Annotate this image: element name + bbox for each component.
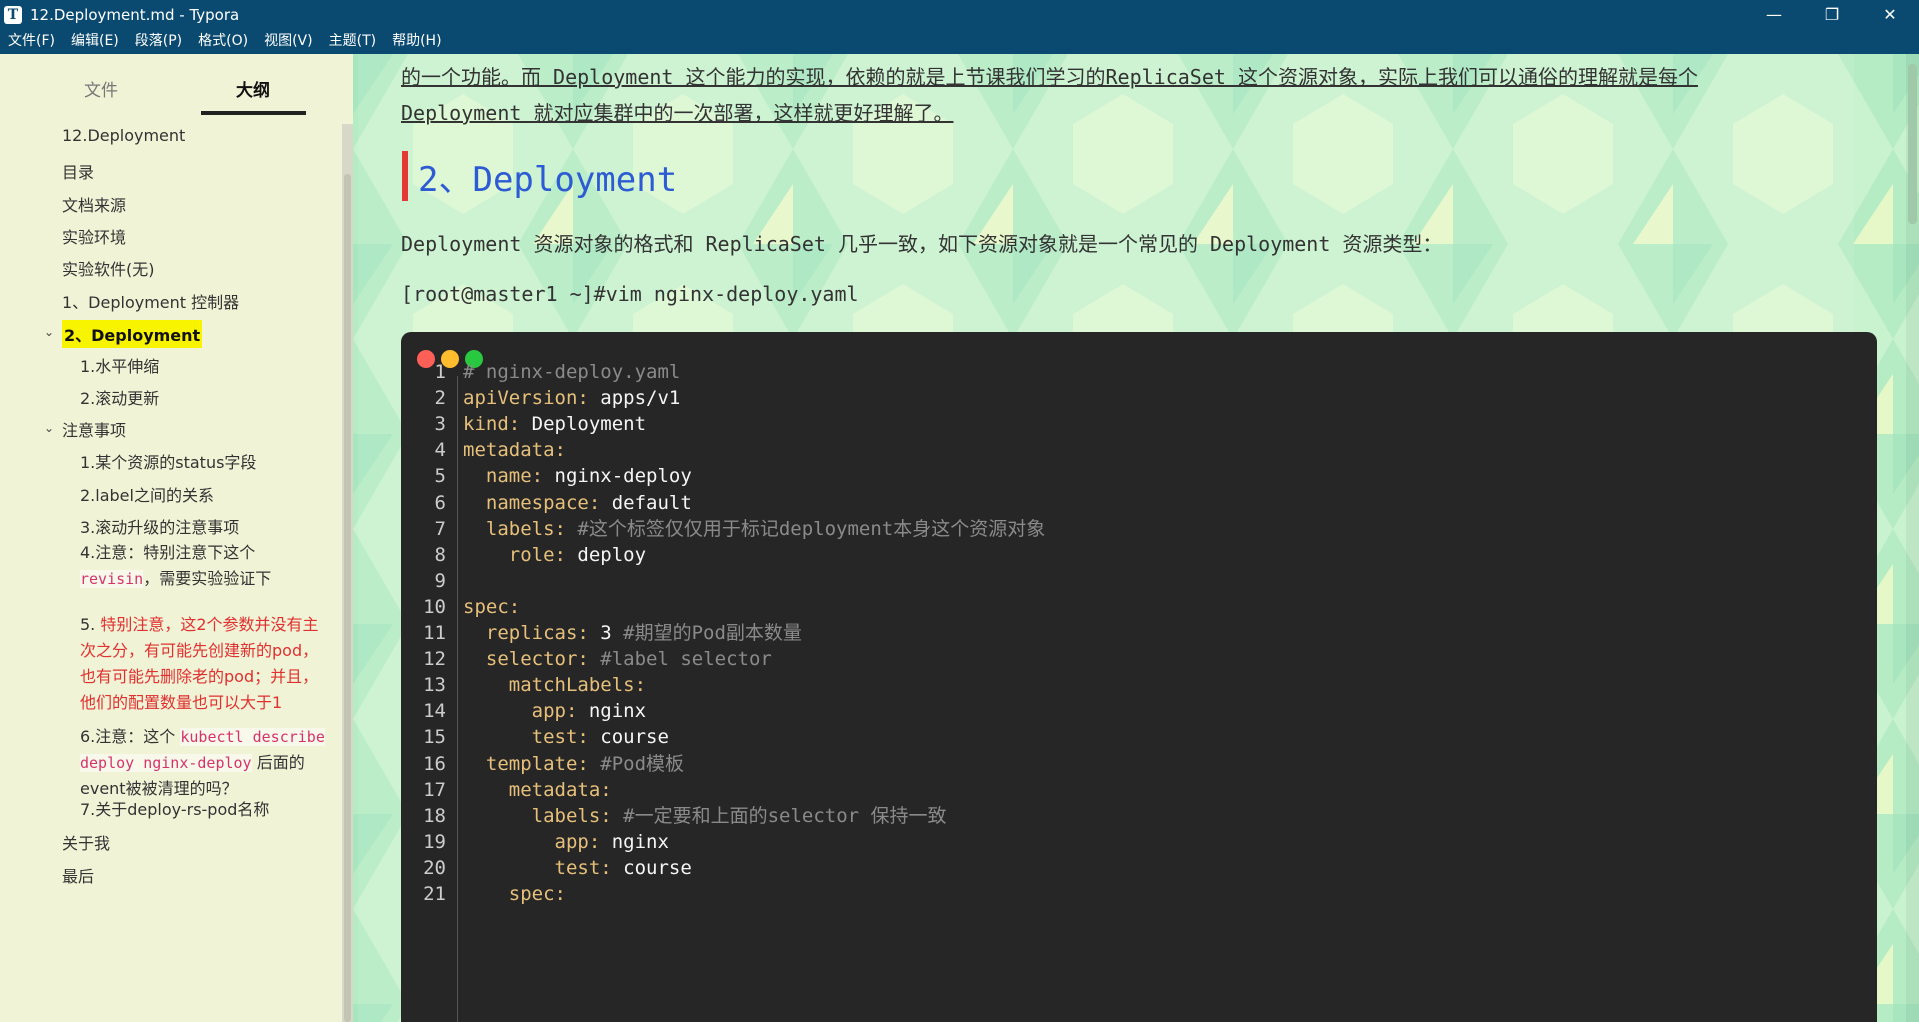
code-key: name: xyxy=(463,465,544,488)
code-value: course xyxy=(611,856,692,879)
tab-files[interactable]: 文件 xyxy=(84,76,118,101)
close-button[interactable]: ✕ xyxy=(1861,0,1919,29)
tab-outline[interactable]: 大纲 xyxy=(236,76,270,101)
code-key: labels: xyxy=(463,804,612,827)
code-key: app: xyxy=(463,700,578,723)
code-key: matchLabels: xyxy=(463,674,647,697)
heading-deployment: 2、Deployment xyxy=(418,160,678,200)
line-number: 21 xyxy=(423,883,446,905)
code-value: nginx xyxy=(600,830,669,853)
outline-text: ，需要实验验证下 xyxy=(143,569,272,588)
code-value: apps/v1 xyxy=(588,387,681,410)
code-key: metadata: xyxy=(463,439,566,462)
menu-edit[interactable]: 编辑(E) xyxy=(63,29,127,54)
sidebar-scrollbar-thumb[interactable] xyxy=(344,174,351,1022)
paragraph-intro-line2: Deployment 就对应集群中的一次部署，这样就更好理解了。 xyxy=(401,101,954,125)
outline-item[interactable]: 文档来源 xyxy=(62,192,126,216)
paragraph-intro-line1: 的一个功能。而 Deployment 这个能力的实现，依赖的就是上节课我们学习的… xyxy=(401,65,1698,89)
title-bar: T 12.Deployment.md - Typora — ❐ ✕ xyxy=(0,0,1919,29)
code-key: kind: xyxy=(463,413,521,436)
code-value: nginx xyxy=(577,700,647,723)
code-key: test: xyxy=(463,856,612,879)
outline-item[interactable]: 目录 xyxy=(62,159,94,183)
code-key: template: xyxy=(463,752,589,775)
paragraph-command: [root@master1 ~]#vim nginx-deploy.yaml xyxy=(401,282,859,306)
outline-item[interactable]: 2.滚动更新 xyxy=(80,385,159,409)
outline-item[interactable]: 1、Deployment 控制器 xyxy=(62,289,239,313)
code-block[interactable]: 1 # nginx-deploy.yaml 2 apiVersion: apps/v1… xyxy=(401,332,1877,1022)
sidebar-tabs: 文件 大纲 xyxy=(0,54,353,115)
code-key: selector: xyxy=(463,648,589,671)
outline-item[interactable]: 3.滚动升级的注意事项 xyxy=(80,514,239,538)
code-key: spec: xyxy=(463,595,521,618)
outline-inline-code: revisin xyxy=(80,570,144,588)
code-key: spec: xyxy=(463,883,566,905)
code-key: replicas: xyxy=(463,622,589,644)
outline-red-text: 特别注意，这2个参数并没有主次之分，有可能先创建新的pod，也有可能先删除老的p… xyxy=(80,615,319,712)
code-line: 21 spec: xyxy=(401,878,1801,910)
code-value: 3 xyxy=(588,622,612,644)
menu-format[interactable]: 格式(O) xyxy=(190,29,256,54)
code-key: metadata: xyxy=(463,778,612,801)
code-comment: #一定要和上面的selector 保持一致 xyxy=(611,804,947,827)
outline-item[interactable]: 5. 特别注意，这2个参数并没有主次之分，有可能先创建新的pod，也有可能先删除… xyxy=(80,612,325,716)
heading-accent-bar xyxy=(402,151,408,201)
minimize-button[interactable]: — xyxy=(1745,0,1803,29)
code-key: app: xyxy=(463,830,601,853)
editor[interactable]: 的一个功能。而 Deployment 这个能力的实现，依赖的就是上节课我们学习的… xyxy=(353,54,1919,1022)
outline-item-active[interactable]: 2、Deployment xyxy=(62,320,203,348)
code-value: nginx-deploy xyxy=(543,465,692,488)
paragraph-description: Deployment 资源对象的格式和 ReplicaSet 几乎一致，如下资源… xyxy=(401,232,1443,256)
code-key: role: xyxy=(463,543,566,566)
code-key: labels: xyxy=(463,517,566,540)
code-key: apiVersion: xyxy=(463,387,589,410)
code-value: course xyxy=(588,726,669,749)
code-value: deploy xyxy=(565,543,647,566)
outline-item[interactable]: 4.注意：特别注意下这个 revisin，需要实验验证下 xyxy=(80,540,325,592)
maximize-button[interactable]: ❐ xyxy=(1803,0,1861,29)
outline-item[interactable]: 实验环境 xyxy=(62,224,126,248)
outline-item[interactable]: 2.label之间的关系 xyxy=(80,482,214,506)
document-body: 的一个功能。而 Deployment 这个能力的实现，依赖的就是上节课我们学习的… xyxy=(358,54,1877,1022)
chevron-down-icon[interactable]: ⌄ xyxy=(44,421,54,435)
sidebar: 文件 大纲 12.Deployment 目录 文档来源 实验环境 实验软件(无)… xyxy=(0,54,353,1022)
outline-item[interactable]: 1.水平伸缩 xyxy=(80,353,159,377)
menu-view[interactable]: 视图(V) xyxy=(256,29,321,54)
code-comment: #Pod模板 xyxy=(588,752,685,775)
code-comment: #label selector xyxy=(588,648,772,671)
outline-item[interactable]: 1.某个资源的status字段 xyxy=(80,449,256,473)
code-value: Deployment xyxy=(520,413,647,436)
menu-help[interactable]: 帮助(H) xyxy=(384,29,449,54)
outline-text: 4.注意：特别注意下这个 xyxy=(80,543,256,562)
editor-scrollbar-thumb[interactable] xyxy=(1908,64,1917,224)
typora-app-icon: T xyxy=(4,5,22,24)
active-tab-indicator xyxy=(201,111,306,115)
outline-item[interactable]: 注意事项 xyxy=(62,417,126,441)
outline-item[interactable]: 12.Deployment xyxy=(62,126,185,145)
outline-text: 5. xyxy=(80,615,96,634)
menu-file[interactable]: 文件(F) xyxy=(0,29,63,54)
outline-item[interactable]: 最后 xyxy=(62,863,94,887)
code-key: namespace: xyxy=(463,491,601,514)
code-value: default xyxy=(600,491,692,514)
code-comment: # nginx-deploy.yaml xyxy=(463,361,681,383)
outline-item[interactable]: 关于我 xyxy=(62,830,110,854)
menu-theme[interactable]: 主题(T) xyxy=(321,29,384,54)
menu-paragraph[interactable]: 段落(P) xyxy=(127,29,190,54)
outline-item[interactable]: 7.关于deploy-rs-pod名称 xyxy=(80,796,269,820)
menu-bar: 文件(F) 编辑(E) 段落(P) 格式(O) 视图(V) 主题(T) 帮助(H… xyxy=(0,29,1919,54)
code-key: test: xyxy=(463,726,589,749)
outline-text: 6.注意：这个 xyxy=(80,727,176,746)
code-comment: #这个标签仅仅用于标记deployment本身这个资源对象 xyxy=(565,517,1046,540)
chevron-down-icon[interactable]: ⌄ xyxy=(44,325,54,339)
outline-item[interactable]: 6.注意：这个 kubectl describe deploy nginx-de… xyxy=(80,724,325,802)
code-comment: #期望的Pod副本数量 xyxy=(611,622,802,644)
outline-item[interactable]: 实验软件(无) xyxy=(62,256,155,280)
code-text: spec: xyxy=(463,878,566,910)
window-title: 12.Deployment.md - Typora xyxy=(30,5,240,24)
